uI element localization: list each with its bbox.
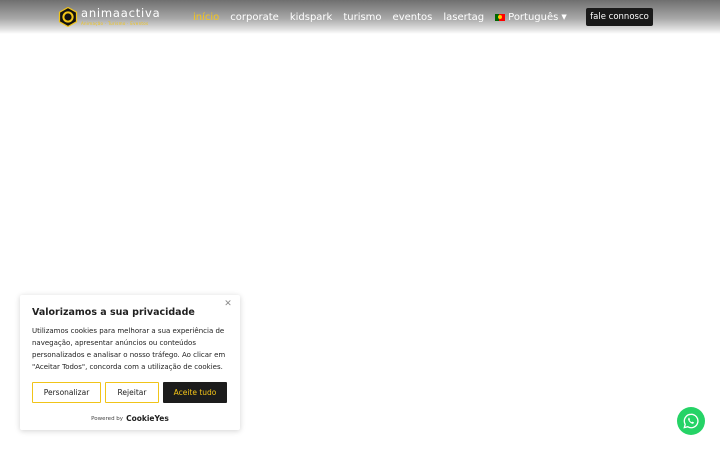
nav-item-turismo[interactable]: turismo <box>343 12 381 23</box>
nav-item-lasertag[interactable]: lasertag <box>443 12 484 23</box>
whatsapp-button[interactable] <box>677 407 705 435</box>
logo-tagline: Animação · Turismo · Eventos <box>81 20 149 26</box>
cookie-consent-banner: ✕ Valorizamos a sua privacidade Utilizam… <box>20 295 240 430</box>
site-logo[interactable]: animaactiva Animação · Turismo · Eventos <box>58 6 161 28</box>
whatsapp-icon <box>683 413 699 429</box>
cookie-description: Utilizamos cookies para melhorar a sua e… <box>32 327 226 371</box>
language-label: Português <box>508 11 559 23</box>
accept-all-button[interactable]: Aceite tudo <box>163 382 227 403</box>
nav-item-inicio[interactable]: início <box>193 12 219 23</box>
reject-button[interactable]: Rejeitar <box>105 382 159 403</box>
powered-by-label: Powered by <box>91 415 124 422</box>
customize-button[interactable]: Personalizar <box>32 382 101 403</box>
contact-button[interactable]: fale connosco <box>586 8 653 26</box>
logo-wordmark: animaactiva <box>81 6 161 21</box>
site-header: animaactiva Animação · Turismo · Eventos… <box>0 0 720 34</box>
chevron-down-icon: ▼ <box>561 13 567 21</box>
powered-by: Powered by CookieYes <box>20 414 240 423</box>
portugal-flag-icon <box>495 13 506 21</box>
cookie-title: Valorizamos a sua privacidade <box>32 307 195 318</box>
language-selector[interactable]: Português ▼ <box>495 12 567 23</box>
logo-hexagon-icon <box>58 7 78 27</box>
nav-item-kidspark[interactable]: kidspark <box>290 12 333 23</box>
nav-item-eventos[interactable]: eventos <box>393 12 433 23</box>
close-icon[interactable]: ✕ <box>223 299 233 309</box>
main-nav: início corporate kidspark turismo evento… <box>193 10 567 24</box>
nav-item-corporate[interactable]: corporate <box>230 12 279 23</box>
cookieyes-logo[interactable]: CookieYes <box>126 414 169 423</box>
